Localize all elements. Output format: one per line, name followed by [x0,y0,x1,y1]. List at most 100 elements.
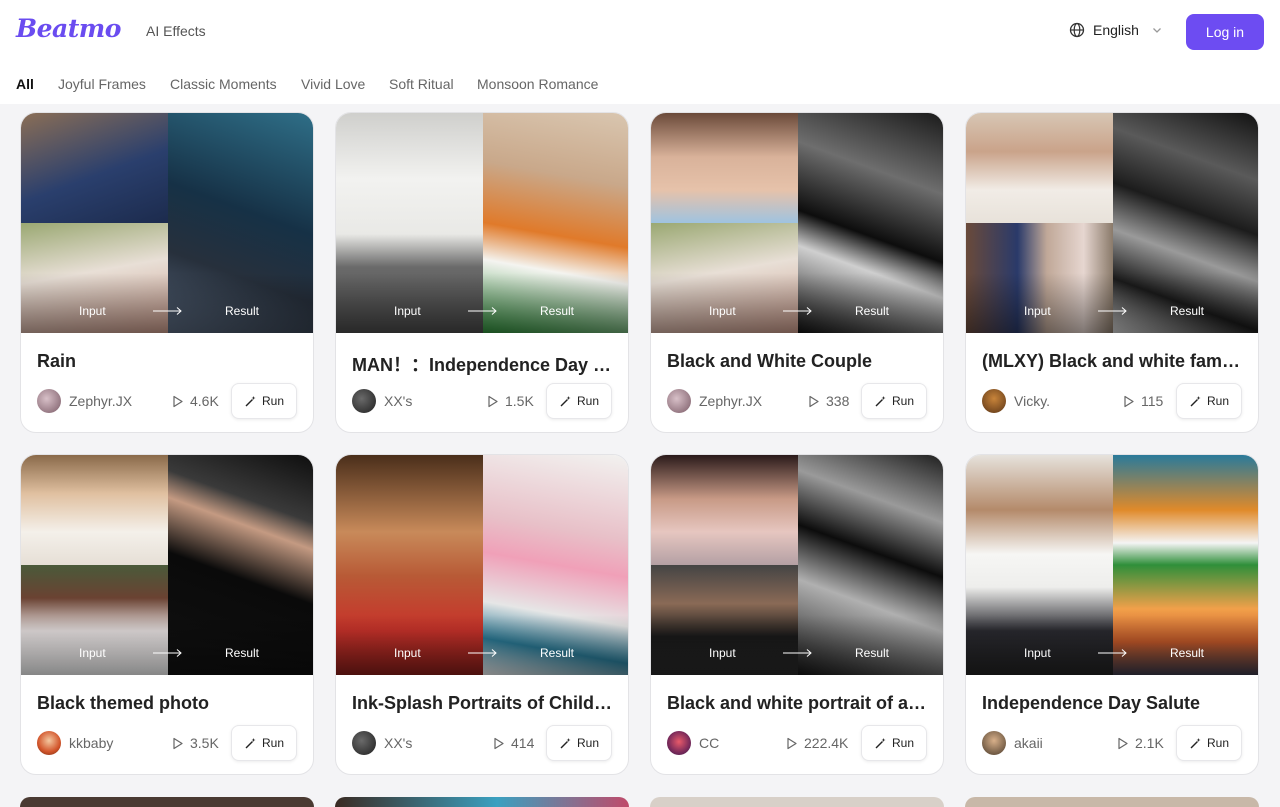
run-button[interactable]: Run [1176,725,1242,761]
result-label: Result [540,304,575,318]
tab-vivid-love[interactable]: Vivid Love [301,76,365,92]
input-label: Input [709,304,736,318]
magic-wand-icon [245,395,256,406]
input-label: Input [79,646,106,660]
effect-card[interactable]: Input Result (MLXY) Black and white fam…… [965,112,1259,433]
effect-card[interactable]: Input Result Independence Day Salute aka… [965,454,1259,775]
language-selector[interactable]: English [1069,22,1163,38]
run-button[interactable]: Run [1176,383,1242,419]
input-photo [21,113,168,223]
card-title: Ink-Splash Portraits of Child… [352,693,613,713]
tab-classic-moments[interactable]: Classic Moments [170,76,277,92]
author-name[interactable]: Zephyr.JX [699,393,762,409]
arrow-right-icon [153,649,182,657]
tab-joyful-frames[interactable]: Joyful Frames [58,76,146,92]
card-thumbnail: Input Result [651,455,943,675]
magic-wand-icon [245,737,256,748]
result-label: Result [540,646,575,660]
result-label: Result [1170,304,1205,318]
magic-wand-icon [875,737,886,748]
arrow-right-icon [783,307,812,315]
tab-monsoon-romance[interactable]: Monsoon Romance [477,76,598,92]
run-button[interactable]: Run [861,725,927,761]
effect-card[interactable]: Input Result Ink-Splash Portraits of Chi… [335,454,629,775]
input-label: Input [709,646,736,660]
nav-ai-effects[interactable]: AI Effects [146,23,206,39]
card-title: Black and White Couple [667,351,873,371]
result-label: Result [225,646,260,660]
tab-soft-ritual[interactable]: Soft Ritual [389,76,454,92]
run-button[interactable]: Run [231,725,297,761]
run-button[interactable]: Run [861,383,927,419]
result-label: Result [225,304,260,318]
magic-wand-icon [560,737,571,748]
run-button[interactable]: Run [231,383,297,419]
effect-card[interactable] [650,797,944,807]
author-name[interactable]: akaii [1014,735,1043,751]
logo[interactable]: Beatmo [16,14,121,43]
author-name[interactable]: CC [699,735,719,751]
play-icon [173,737,183,749]
result-label: Result [1170,646,1205,660]
author-name[interactable]: XX's [384,735,412,751]
avatar [352,389,376,413]
arrow-right-icon [1098,307,1127,315]
play-icon [173,395,183,407]
card-thumbnail: Input Result [336,113,628,333]
play-count: 115 [1122,393,1163,409]
card-title: Rain [37,351,77,371]
avatar [37,731,61,755]
effect-card[interactable] [965,797,1259,807]
input-label: Input [1024,304,1051,318]
tab-all[interactable]: All [16,76,34,92]
effect-card[interactable]: Input Result Black themed photo kkbaby 3… [20,454,314,775]
play-count: 2.1K [1116,735,1164,751]
play-icon [809,395,819,407]
arrow-right-icon [783,649,812,657]
author-name[interactable]: XX's [384,393,412,409]
avatar [667,731,691,755]
play-count: 414 [492,735,534,751]
play-count: 338 [807,393,849,409]
card-thumbnail: Input Result [966,455,1258,675]
input-label: Input [79,304,106,318]
run-button[interactable]: Run [546,725,612,761]
avatar [667,389,691,413]
arrow-right-icon [468,649,497,657]
card-title: Black and white portrait of a… [667,693,927,713]
play-icon [494,737,504,749]
result-label: Result [855,304,890,318]
play-count: 4.6K [171,393,219,409]
author-name[interactable]: Vicky. [1014,393,1050,409]
arrow-right-icon [153,307,182,315]
top-bar: Beatmo AI Effects English Log in [0,0,1280,64]
magic-wand-icon [560,395,571,406]
magic-wand-icon [1190,395,1201,406]
effect-card[interactable] [20,797,314,807]
input-photo [21,455,168,565]
card-thumbnail: Input Result [336,455,628,675]
language-label: English [1093,22,1139,38]
card-title: MAN！：Independence Day … [352,355,612,375]
card-thumbnail: Input Result [21,455,313,675]
effect-card[interactable]: Input Result Black and White Couple Zeph… [650,112,944,433]
play-icon [1124,395,1134,407]
author-name[interactable]: Zephyr.JX [69,393,132,409]
author-name[interactable]: kkbaby [69,735,113,751]
effect-card[interactable]: Input Result Black and white portrait of… [650,454,944,775]
input-photo [966,113,1113,223]
effect-card[interactable] [335,797,629,807]
run-button[interactable]: Run [546,383,612,419]
play-count: 1.5K [486,393,534,409]
effect-card[interactable]: Input Result MAN！：Independence Day … XX'… [335,112,629,433]
login-button[interactable]: Log in [1186,14,1264,50]
card-title: Independence Day Salute [982,693,1201,713]
chevron-down-icon [1152,28,1161,33]
card-title: (MLXY) Black and white fam… [982,351,1241,371]
input-label: Input [394,646,421,660]
avatar [37,389,61,413]
input-photo [651,113,798,223]
card-thumbnail: Input Result [966,113,1258,333]
card-thumbnail: Input Result [21,113,313,333]
effect-card[interactable]: Input Result Rain Zephyr.JX 4.6K Run [20,112,314,433]
